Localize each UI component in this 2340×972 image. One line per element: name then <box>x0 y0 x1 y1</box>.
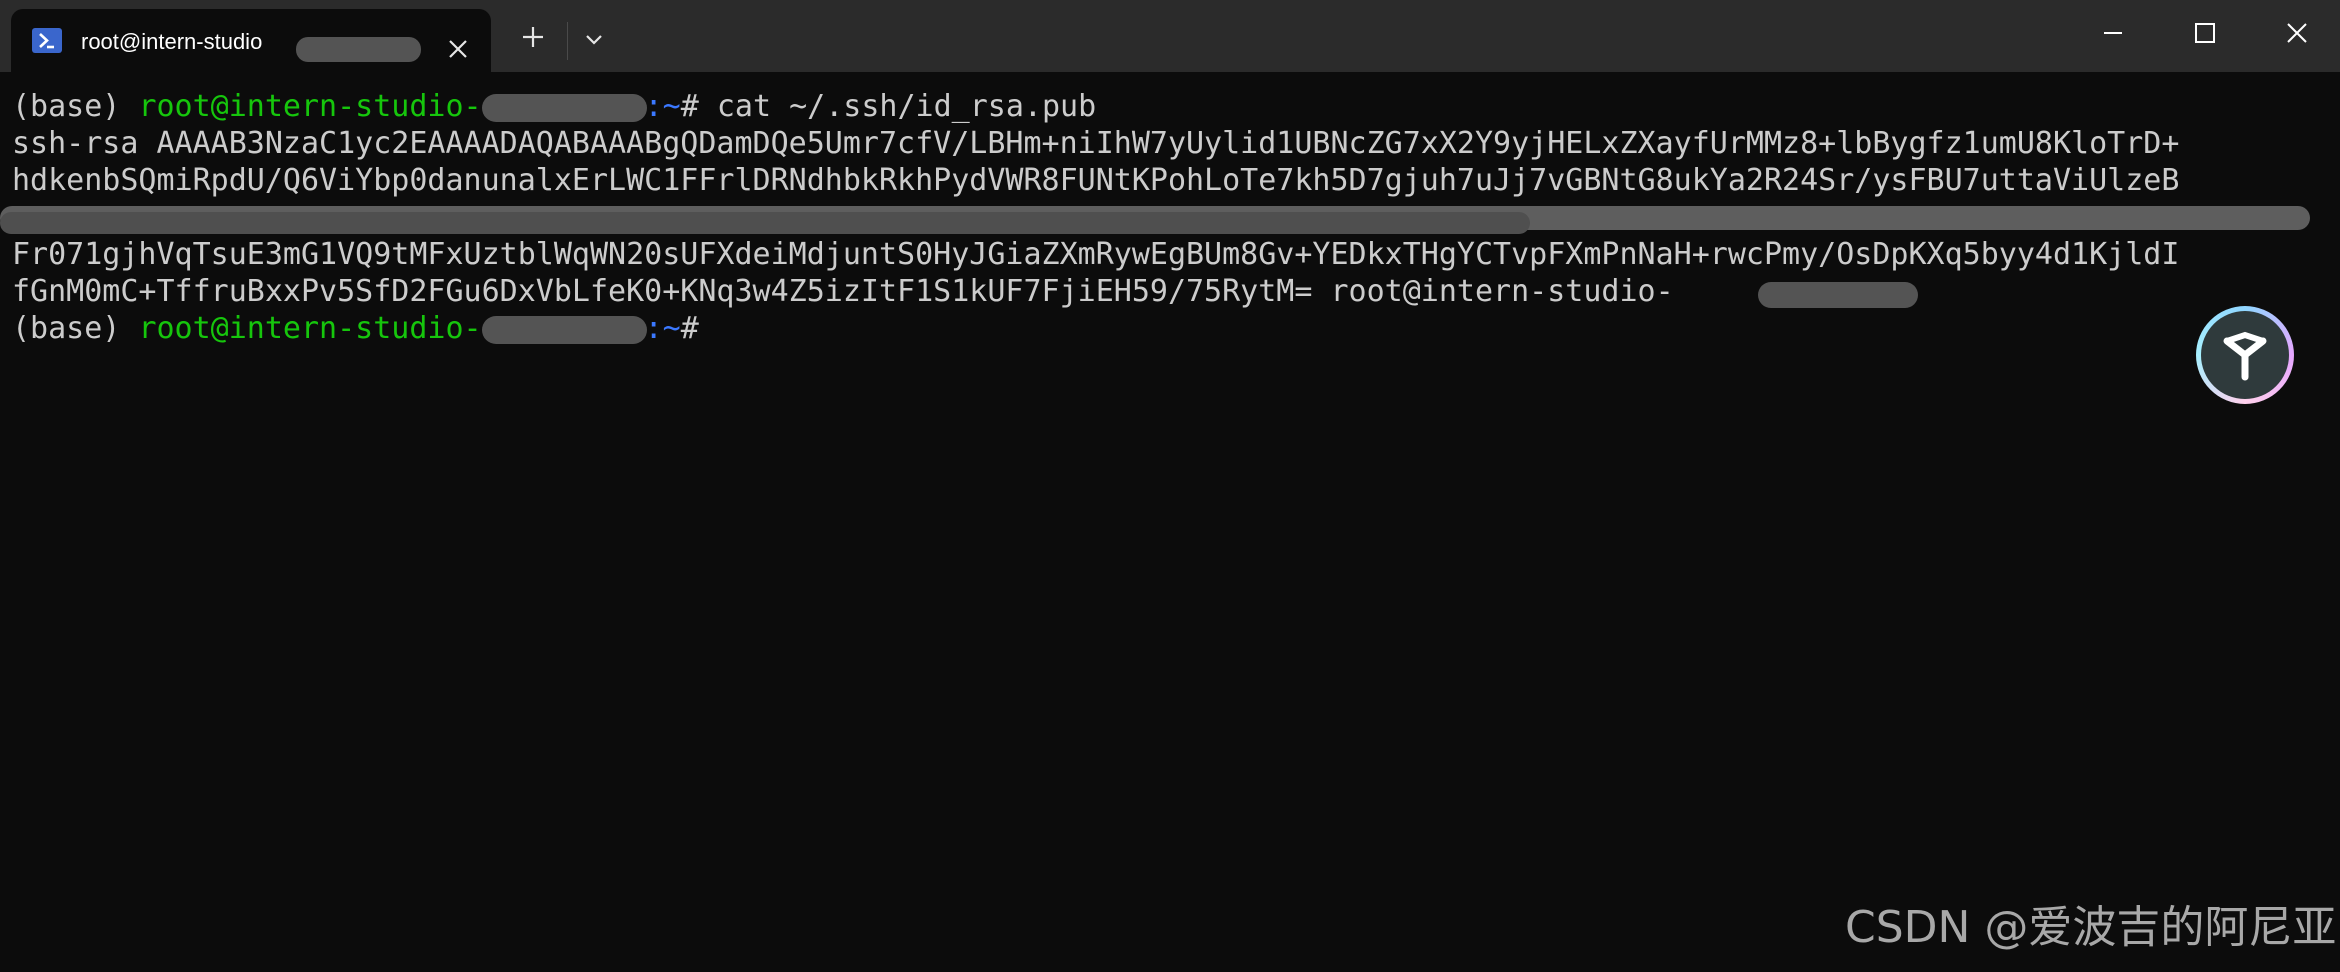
powershell-icon <box>32 28 62 53</box>
prompt-symbol: # <box>680 89 717 124</box>
prompt-line: (base) root@intern-studio- :~# <box>12 310 717 347</box>
assistant-floating-button[interactable] <box>2196 306 2294 404</box>
key-line-4: Fr071gjhVqTsuE3mG1VQ9tMFxUztblWqWN20sUFX… <box>12 237 2180 272</box>
command-text: cat ~/.ssh/id_rsa.pub <box>716 89 1097 124</box>
redacted-hostname <box>481 315 647 344</box>
prompt-user-host: root@intern-studio- <box>138 89 482 124</box>
key-line-5: fGnM0mC+TffruBxxPv5SfD2FGu6DxVbLfeK0+KNq… <box>12 274 1674 309</box>
maximize-icon[interactable] <box>2188 16 2222 50</box>
close-tab-icon[interactable] <box>444 35 472 63</box>
terminal-output[interactable]: (base) root@intern-studio-:~# cat ~/.ssh… <box>0 72 2340 972</box>
terminal-tab[interactable]: root@intern-studio <box>11 9 491 72</box>
redacted-key-line-overlay <box>0 212 1530 234</box>
redacted-hostname <box>481 93 647 122</box>
prompt-user-host: root@intern-studio- <box>138 311 482 346</box>
key-line-1: ssh-rsa AAAAB3NzaC1yc2EAAAADAQABAAABgQDa… <box>12 126 2180 161</box>
watermark: CSDN @爱波吉的阿尼亚 <box>1845 902 2337 953</box>
prompt-env: (base) <box>12 89 139 124</box>
prompt-path: :~ <box>644 89 681 124</box>
close-icon[interactable] <box>2280 16 2314 50</box>
prompt-symbol: # <box>680 311 717 346</box>
title-bar: root@intern-studio <box>0 0 2340 72</box>
tab-separator <box>567 22 568 60</box>
command-line: (base) root@intern-studio- :~# cat ~/.ssh… <box>12 88 1096 125</box>
chevron-down-icon[interactable] <box>580 28 608 52</box>
prompt-path: :~ <box>644 311 681 346</box>
redacted-hostname <box>296 37 421 62</box>
redacted-hostname <box>1758 282 1918 308</box>
assistant-icon <box>2201 311 2289 399</box>
new-tab-icon[interactable] <box>518 22 548 52</box>
tab-title: root@intern-studio <box>81 29 263 54</box>
prompt-env: (base) <box>12 311 139 346</box>
key-line-2: hdkenbSQmiRpdU/Q6ViYbp0danunalxErLWC1FFr… <box>12 163 2180 198</box>
minimize-icon[interactable] <box>2096 16 2130 50</box>
